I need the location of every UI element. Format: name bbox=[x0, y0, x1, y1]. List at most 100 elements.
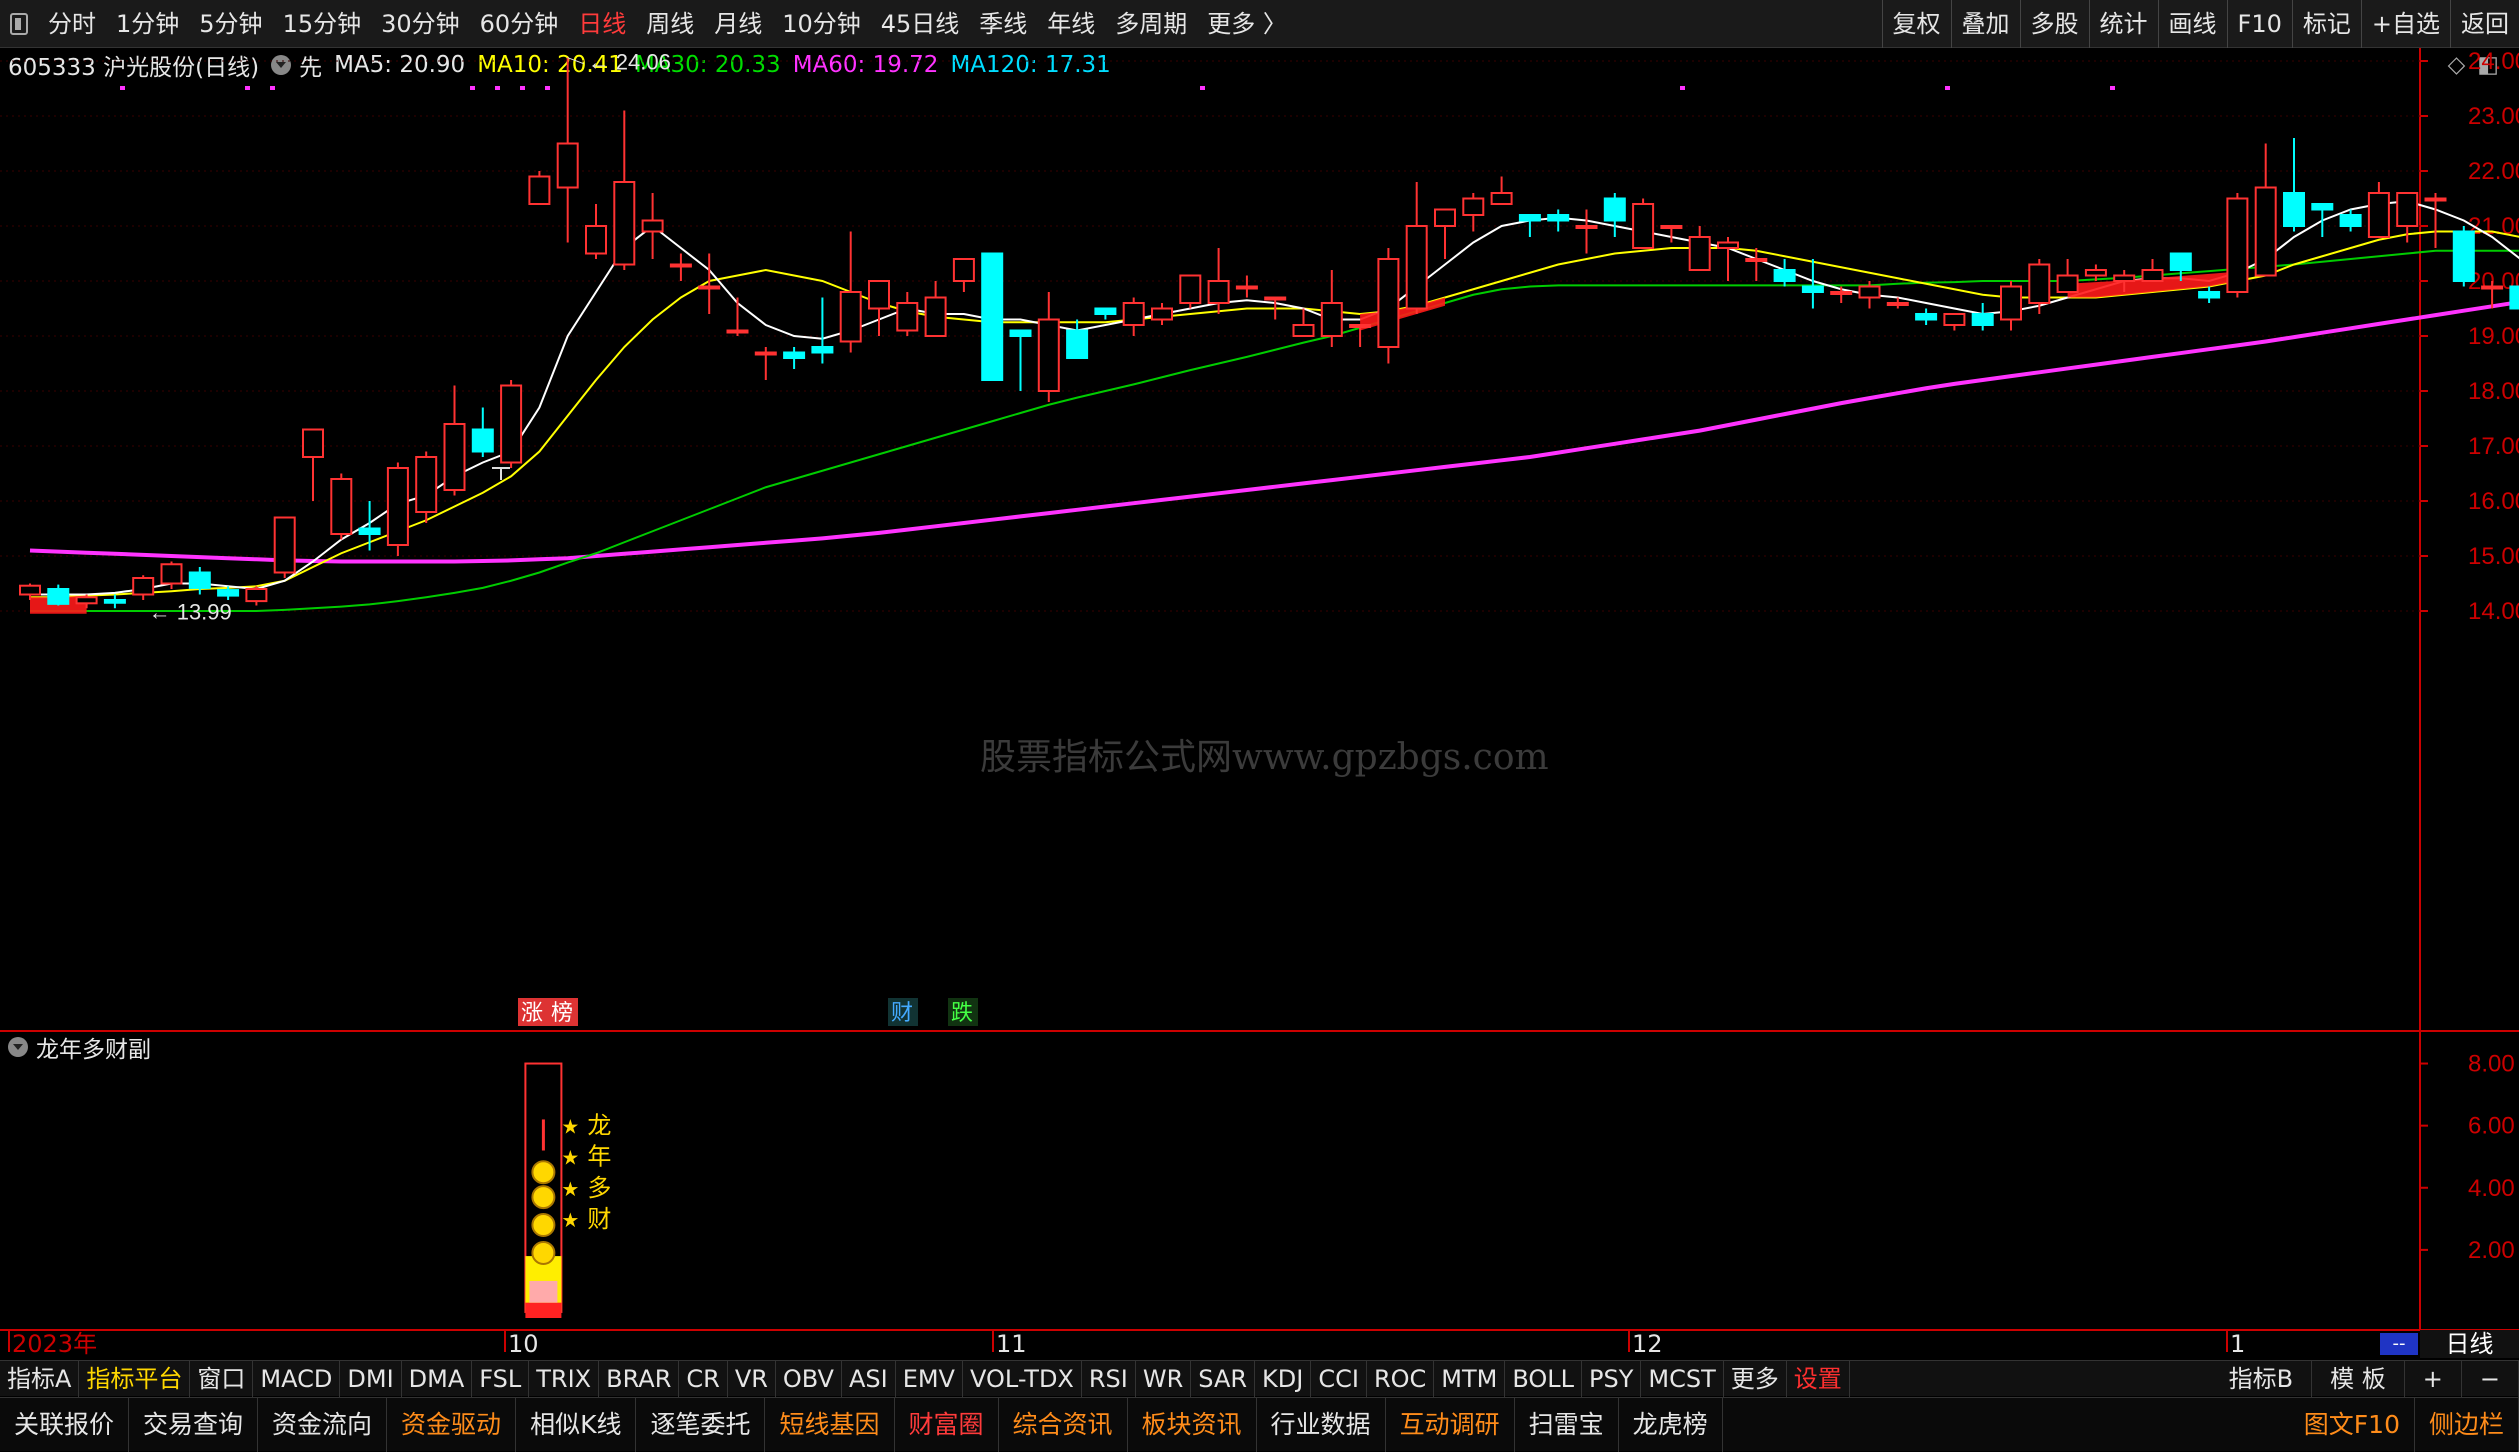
indicator-right-button[interactable]: + bbox=[2405, 1360, 2462, 1397]
indicator-tab[interactable]: FSL bbox=[472, 1360, 530, 1397]
indicator-right-button[interactable]: 指标B bbox=[2211, 1360, 2313, 1397]
function-right-button[interactable]: 图文F10 bbox=[2290, 1397, 2415, 1452]
function-tab[interactable]: 资金驱动 bbox=[387, 1397, 517, 1452]
dash-button[interactable]: -- bbox=[2380, 1333, 2418, 1355]
indicator-tab[interactable]: EMV bbox=[896, 1360, 963, 1397]
price-axis-label: 15.00 bbox=[2468, 543, 2519, 570]
function-tab[interactable]: 财富圈 bbox=[895, 1397, 999, 1452]
function-tab[interactable]: 逐笔委托 bbox=[636, 1397, 766, 1452]
period-tab[interactable]: 季线 bbox=[969, 0, 1037, 48]
indicator-tab[interactable]: ROC bbox=[1367, 1360, 1435, 1397]
candle-body bbox=[556, 142, 579, 189]
top-marker bbox=[120, 86, 125, 90]
candle-body bbox=[1603, 197, 1626, 222]
indicator-right-button[interactable]: − bbox=[2462, 1360, 2519, 1397]
toolbar-action[interactable]: F10 bbox=[2226, 0, 2292, 48]
function-tab[interactable]: 交易查询 bbox=[129, 1397, 259, 1452]
toolbar-action[interactable]: 统计 bbox=[2088, 0, 2158, 48]
period-toolbar: 分时 1分钟 5分钟 15分钟 30分钟 60分钟 日线 周线 月线 10分钟 45日线 季线 年线 多周… bbox=[0, 0, 2519, 48]
indicator-tab[interactable]: TRIX bbox=[529, 1360, 600, 1397]
toolbar-action[interactable]: 标记 bbox=[2291, 0, 2361, 48]
function-tab[interactable]: 关联报价 bbox=[0, 1397, 130, 1452]
function-right-button[interactable]: 侧边栏 bbox=[2415, 1397, 2519, 1452]
indicator-tab[interactable]: DMA bbox=[402, 1360, 473, 1397]
sub-axis-label: 6.00 bbox=[2468, 1113, 2515, 1140]
indicator-tab[interactable]: SAR bbox=[1191, 1360, 1256, 1397]
window-icon[interactable] bbox=[10, 12, 28, 35]
indicator-tab[interactable]: WR bbox=[1136, 1360, 1192, 1397]
period-tab[interactable]: 年线 bbox=[1037, 0, 1105, 48]
period-tab[interactable]: 1分钟 bbox=[106, 0, 189, 48]
function-tab[interactable]: 互动调研 bbox=[1386, 1397, 1515, 1452]
indicator-tab[interactable]: 窗口 bbox=[190, 1360, 254, 1397]
indicator-tab[interactable]: MTM bbox=[1434, 1360, 1506, 1397]
toolbar-action[interactable]: 叠加 bbox=[1950, 0, 2020, 48]
toolbar-action[interactable]: 多股 bbox=[2019, 0, 2089, 48]
period-tab[interactable]: 30分钟 bbox=[371, 0, 470, 48]
toolbar-action[interactable]: 画线 bbox=[2157, 0, 2227, 48]
period-tab[interactable]: 45日线 bbox=[871, 0, 970, 48]
indicator-tab[interactable]: OBV bbox=[776, 1360, 842, 1397]
indicator-tab[interactable]: VR bbox=[728, 1360, 776, 1397]
kline-chart[interactable]: 24.0023.0022.0021.0020.0019.0018.0017.00… bbox=[0, 48, 2519, 1358]
function-tab[interactable]: 板块资讯 bbox=[1128, 1397, 1257, 1452]
indicator-tab[interactable]: MCST bbox=[1641, 1360, 1724, 1397]
period-tab[interactable]: 15分钟 bbox=[273, 0, 372, 48]
candle-body bbox=[896, 302, 919, 332]
indicator-tab[interactable]: ASI bbox=[842, 1360, 896, 1397]
sub-collapse-icon[interactable] bbox=[8, 1037, 28, 1057]
indicator-tab[interactable]: 指标平台 bbox=[79, 1360, 191, 1397]
candle-body bbox=[2396, 192, 2419, 227]
indicator-right-button[interactable]: 模 板 bbox=[2312, 1360, 2405, 1397]
indicator-tab[interactable]: 指标A bbox=[0, 1360, 80, 1397]
indicator-tab[interactable]: CR bbox=[679, 1360, 728, 1397]
indicator-tab[interactable]: BOLL bbox=[1505, 1360, 1583, 1397]
function-tab[interactable]: 相似K线 bbox=[516, 1397, 637, 1452]
indicator-tab[interactable]: 设置 bbox=[1787, 1360, 1850, 1397]
indicator-tab[interactable]: VOL-TDX bbox=[963, 1360, 1082, 1397]
period-tab[interactable]: 分时 bbox=[38, 0, 106, 48]
toolbar-right-actions: 复权 叠加 多股 统计 画线 F10 标记 +自选 返回 bbox=[1881, 0, 2519, 48]
sub-axis-label: 4.00 bbox=[2468, 1175, 2515, 1202]
function-tab[interactable]: 资金流向 bbox=[258, 1397, 388, 1452]
indicator-tab[interactable]: RSI bbox=[1082, 1360, 1136, 1397]
toolbar-action[interactable]: 复权 bbox=[1881, 0, 1951, 48]
function-tab[interactable]: 短线基因 bbox=[765, 1397, 895, 1452]
indicator-tab[interactable]: 更多 bbox=[1724, 1360, 1787, 1397]
period-tab[interactable]: 5分钟 bbox=[189, 0, 272, 48]
period-tab[interactable]: 60分钟 bbox=[470, 0, 569, 48]
indicator-tab[interactable]: PSY bbox=[1582, 1360, 1642, 1397]
indicator-tab[interactable]: KDJ bbox=[1255, 1360, 1312, 1397]
period-tab[interactable]: 更多 〉 bbox=[1197, 0, 1297, 48]
function-tab[interactable]: 综合资讯 bbox=[999, 1397, 1128, 1452]
indicator-tab[interactable]: DMI bbox=[340, 1360, 402, 1397]
date-tick bbox=[504, 1330, 506, 1352]
candle-body bbox=[952, 258, 975, 282]
candle-body bbox=[811, 346, 834, 354]
period-tab[interactable]: 多周期 bbox=[1105, 0, 1197, 48]
period-tab[interactable]: 日线 bbox=[568, 0, 636, 48]
period-tab[interactable]: 10分钟 bbox=[772, 0, 871, 48]
sub-chart-name: 龙年多财副 bbox=[36, 1037, 151, 1063]
candle-body bbox=[358, 527, 381, 535]
period-label[interactable]: 日线 bbox=[2420, 1330, 2519, 1358]
candle-body bbox=[1547, 214, 1570, 222]
function-tab[interactable]: 扫雷宝 bbox=[1515, 1397, 1619, 1452]
period-tab[interactable]: 月线 bbox=[704, 0, 772, 48]
period-tab[interactable]: 周线 bbox=[636, 0, 704, 48]
toolbar-action[interactable]: 返回 bbox=[2450, 0, 2519, 48]
low-price-label: ← 13.99 bbox=[149, 600, 232, 625]
month-label: 10 bbox=[508, 1330, 539, 1358]
indicator-tab[interactable]: CCI bbox=[1311, 1360, 1367, 1397]
signal-label: 龙 bbox=[587, 1112, 611, 1140]
candle-body bbox=[924, 296, 947, 337]
indicator-tab[interactable]: BRAR bbox=[599, 1360, 680, 1397]
toolbar-action[interactable]: +自选 bbox=[2360, 0, 2450, 48]
indicator-tab[interactable]: MACD bbox=[253, 1360, 341, 1397]
function-tab[interactable]: 龙虎榜 bbox=[1619, 1397, 1723, 1452]
event-die-label: 跌 bbox=[951, 1001, 973, 1026]
top-marker bbox=[2110, 86, 2115, 90]
indicator-right: 指标B 模 板 + − bbox=[2211, 1360, 2519, 1397]
function-tab[interactable]: 行业数据 bbox=[1257, 1397, 1386, 1452]
candle-body bbox=[2084, 269, 2107, 277]
